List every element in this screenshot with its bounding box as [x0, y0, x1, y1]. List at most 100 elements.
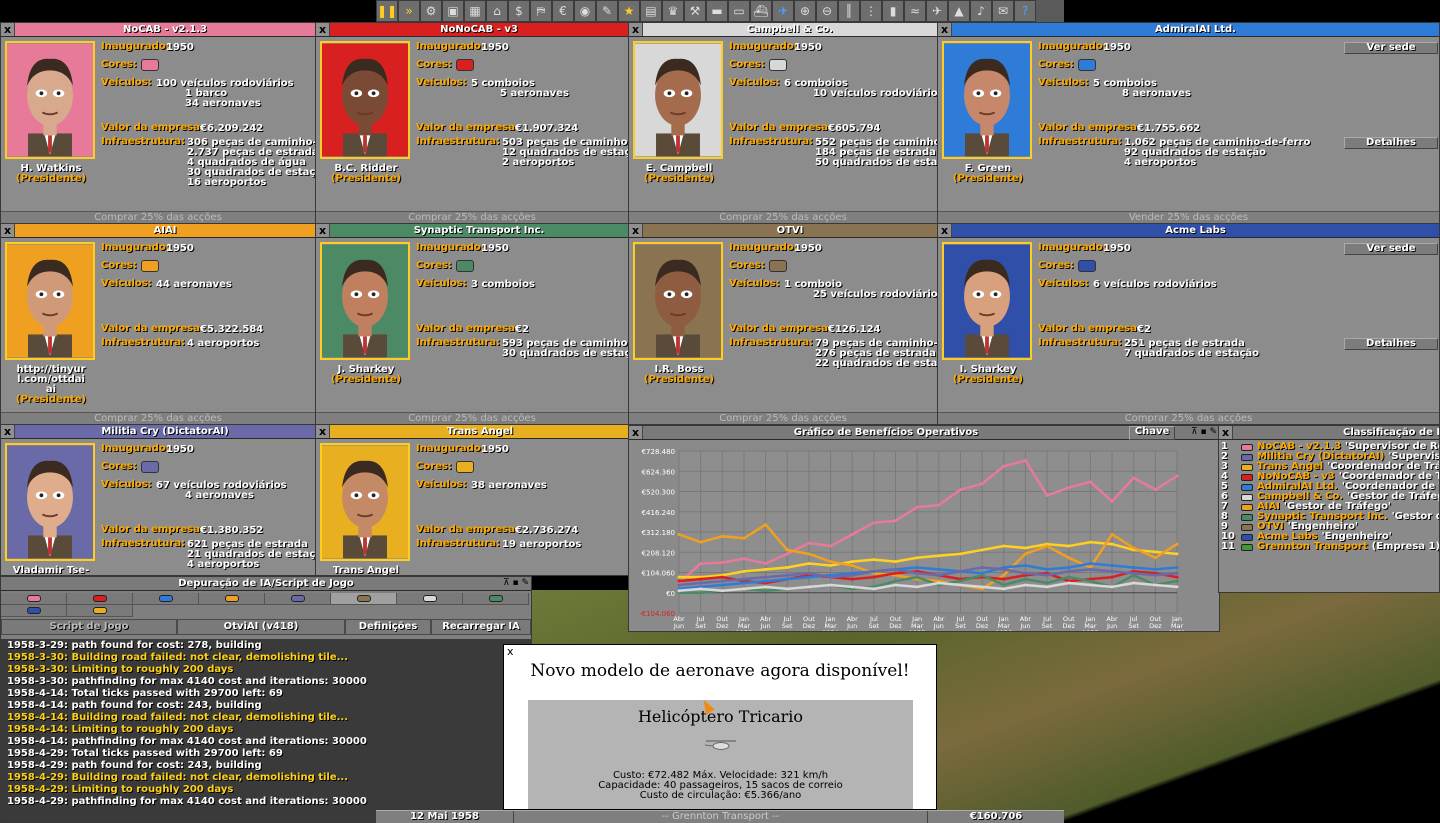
- status-company[interactable]: -- Grennton Transport --: [514, 811, 928, 823]
- finances-icon[interactable]: €: [552, 0, 574, 22]
- window-controls-icon[interactable]: ⊼ ▪ ✎: [503, 578, 529, 588]
- vehicles-label: Veículos:: [729, 77, 780, 88]
- ai-debug-tab[interactable]: Definições: [345, 619, 431, 635]
- close-icon[interactable]: x: [629, 224, 643, 237]
- ai-company-button[interactable]: [1, 593, 67, 605]
- close-icon[interactable]: x: [1219, 426, 1233, 439]
- ai-company-button[interactable]: [1, 605, 67, 617]
- close-icon[interactable]: x: [938, 23, 952, 36]
- ai-debug-tab[interactable]: OtviAI (v418): [177, 619, 345, 635]
- ai-company-button[interactable]: [67, 605, 133, 617]
- build-air-icon[interactable]: ✈: [926, 0, 948, 22]
- close-icon[interactable]: x: [629, 23, 643, 36]
- company-titlebar[interactable]: x Synaptic Transport Inc.: [316, 224, 628, 238]
- zoom-out-icon[interactable]: ⊖: [816, 0, 838, 22]
- ai-company-button[interactable]: [331, 593, 397, 605]
- save-icon[interactable]: ▣: [442, 0, 464, 22]
- build-road-icon[interactable]: ⋮: [860, 0, 882, 22]
- ai-company-button[interactable]: [265, 593, 331, 605]
- ai-company-button[interactable]: [133, 593, 199, 605]
- buy-shares-button[interactable]: Comprar 25% das acções: [316, 412, 628, 424]
- close-icon[interactable]: x: [629, 426, 643, 439]
- company-titlebar[interactable]: x Acme Labs: [938, 224, 1439, 238]
- graph-icon[interactable]: ▤: [640, 0, 662, 22]
- pause-icon[interactable]: ❚❚: [376, 0, 398, 22]
- ai-debug-tab[interactable]: Script de Jogo: [1, 619, 177, 635]
- close-icon[interactable]: x: [938, 224, 952, 237]
- y-tick-label: €520.300: [642, 489, 675, 497]
- ai-company-button[interactable]: [199, 593, 265, 605]
- ai-debug-titlebar[interactable]: Depuração de IA/Script de Jogo ⊼ ▪ ✎: [1, 577, 531, 591]
- station-list-icon[interactable]: ⛿: [530, 0, 552, 22]
- zoom-in-icon[interactable]: ⊕: [794, 0, 816, 22]
- company-window: x Acme Labs I. Sharkey (Presidente) Inaugura…: [937, 223, 1440, 425]
- league-table-icon[interactable]: ♛: [662, 0, 684, 22]
- train-list-icon[interactable]: ▬: [706, 0, 728, 22]
- close-icon[interactable]: x: [1, 425, 15, 438]
- close-icon[interactable]: x: [316, 23, 330, 36]
- goals-icon[interactable]: ★: [618, 0, 640, 22]
- series-point: [894, 579, 898, 583]
- infrastructure-label: Infraestrutura:: [416, 337, 501, 348]
- window-controls-icon[interactable]: ⊼ ▪ ✎: [1191, 427, 1217, 437]
- town-directory-icon[interactable]: ⌂: [486, 0, 508, 22]
- ship-list-icon[interactable]: ⛴: [750, 0, 772, 22]
- company-value-label: Valor da empresa:: [416, 524, 519, 535]
- x-tick-label: Dez: [716, 622, 729, 630]
- series-point: [980, 573, 984, 577]
- close-icon[interactable]: x: [1, 23, 15, 36]
- company-titlebar[interactable]: x Trans Angel: [316, 425, 630, 439]
- company-titlebar[interactable]: x OTVI: [629, 224, 937, 238]
- build-tram-icon[interactable]: ▮: [882, 0, 904, 22]
- key-button[interactable]: Chave: [1129, 426, 1175, 440]
- help-icon[interactable]: ?: [1014, 0, 1036, 22]
- close-icon[interactable]: x: [316, 425, 330, 438]
- ai-company-button[interactable]: [463, 593, 529, 605]
- manager-name: Vladamir Tse-(Presidente): [1, 566, 101, 576]
- buy-shares-button[interactable]: Comprar 25% das acções: [1, 412, 315, 424]
- settings-icon[interactable]: ⚙: [420, 0, 442, 22]
- music-icon[interactable]: ♪: [970, 0, 992, 22]
- aircraft-list-icon[interactable]: ✈: [772, 0, 794, 22]
- infrastructure-item: 4 aeroportos: [1124, 157, 1197, 168]
- company-icon[interactable]: ◉: [574, 0, 596, 22]
- series-point: [1088, 579, 1092, 583]
- view-hq-button[interactable]: Ver sede: [1344, 42, 1438, 54]
- details-button[interactable]: Detalhes: [1344, 137, 1438, 149]
- story-icon[interactable]: ✎: [596, 0, 618, 22]
- sell-shares-button[interactable]: Vender 25% das acções: [938, 211, 1439, 223]
- build-water-icon[interactable]: ≈: [904, 0, 926, 22]
- view-hq-button[interactable]: Ver sede: [1344, 243, 1438, 255]
- buy-shares-button[interactable]: Comprar 25% das acções: [1, 211, 315, 223]
- company-titlebar[interactable]: x NoNoCAB - v3: [316, 23, 628, 37]
- buy-shares-button[interactable]: Comprar 25% das acções: [629, 412, 937, 424]
- buy-shares-button[interactable]: Comprar 25% das acções: [938, 412, 1439, 424]
- company-titlebar[interactable]: x Campbell & Co.: [629, 23, 937, 37]
- company-window: x Campbell & Co. E. Campbell (Presidente) In…: [628, 22, 938, 224]
- ai-company-button[interactable]: [397, 593, 463, 605]
- industry-icon[interactable]: ⚒: [684, 0, 706, 22]
- graph-titlebar[interactable]: x Gráfico de Benefícios Operativos Chave…: [629, 426, 1219, 440]
- buy-shares-button[interactable]: Comprar 25% das acções: [629, 211, 937, 223]
- messages-icon[interactable]: ✉: [992, 0, 1014, 22]
- league-titlebar[interactable]: x Classificação de Empresas: [1219, 426, 1439, 440]
- map-icon[interactable]: ▦: [464, 0, 486, 22]
- fast-forward-icon[interactable]: »: [398, 0, 420, 22]
- landscape-icon[interactable]: ▲: [948, 0, 970, 22]
- vehicles-label: Veículos:: [729, 278, 780, 289]
- road-vehicle-list-icon[interactable]: ▭: [728, 0, 750, 22]
- close-icon[interactable]: x: [507, 645, 514, 658]
- company-value-label: Valor da empresa:: [729, 122, 832, 133]
- ai-company-button[interactable]: [67, 593, 133, 605]
- company-titlebar[interactable]: x NoCAB - v2.1.3: [1, 23, 315, 37]
- ai-debug-tab[interactable]: Recarregar IA: [431, 619, 531, 635]
- subsidies-icon[interactable]: $: [508, 0, 530, 22]
- company-titlebar[interactable]: x Militia Cry (DictatorAI): [1, 425, 315, 439]
- close-icon[interactable]: x: [316, 224, 330, 237]
- company-titlebar[interactable]: x AdmiralAI Ltd.: [938, 23, 1439, 37]
- buy-shares-button[interactable]: Comprar 25% das acções: [316, 211, 628, 223]
- build-rail-icon[interactable]: ║: [838, 0, 860, 22]
- close-icon[interactable]: x: [1, 224, 15, 237]
- details-button[interactable]: Detalhes: [1344, 338, 1438, 350]
- company-titlebar[interactable]: x AIAI: [1, 224, 315, 238]
